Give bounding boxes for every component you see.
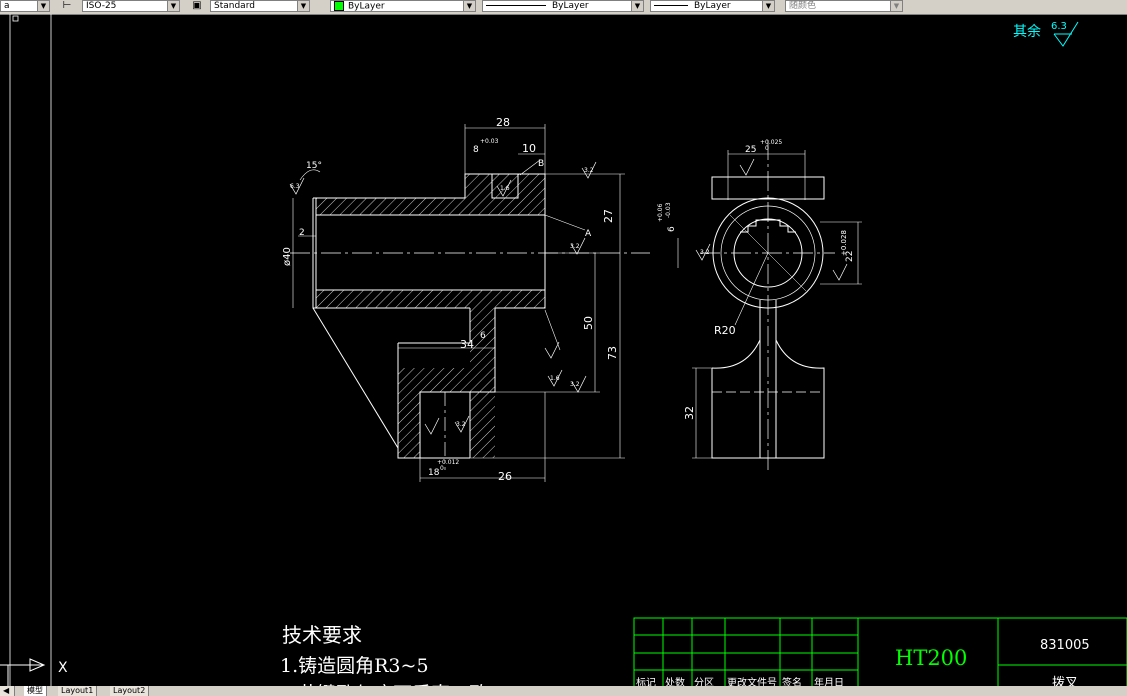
surface-32: 3.2	[456, 421, 466, 428]
chevron-down-icon: ▼	[890, 1, 902, 11]
dim-6: 6	[480, 331, 486, 341]
chevron-down-icon: ▼	[463, 1, 475, 11]
chevron-down-icon: ▼	[762, 1, 774, 11]
properties-toolbar: a ▼ ⊢ ISO-25 ▼ ▣ Standard ▼ ByLayer ▼ ByLaye…	[0, 0, 1127, 15]
dim-angle15: 15°	[306, 161, 322, 171]
tab-model[interactable]: 模型	[24, 686, 47, 696]
ucs-x-label: X	[58, 660, 68, 676]
textstyle-combo[interactable]: Standard ▼	[210, 0, 310, 12]
chevron-down-icon: ▼	[297, 1, 309, 11]
dim-8: 8	[473, 145, 479, 155]
dim-73: 73	[606, 346, 619, 360]
side-view	[700, 140, 835, 470]
material-text: HT200	[895, 646, 968, 670]
color-value: ByLayer	[348, 1, 385, 12]
chevron-down-icon: ▼	[167, 1, 179, 11]
roughness-label: 其余	[1013, 23, 1041, 40]
lineweight-combo[interactable]: ByLayer ▼	[650, 0, 775, 12]
surface-32: 3.2	[570, 243, 580, 250]
linetype-combo[interactable]: ByLayer ▼	[482, 0, 644, 12]
dim-26: 26	[498, 470, 512, 483]
notes-line1: 1.铸造圆角R3~5	[280, 655, 429, 677]
tab-layout1[interactable]: Layout1	[58, 686, 98, 696]
textstyle-value: Standard	[214, 1, 255, 11]
surface-32: 3.2	[584, 167, 594, 174]
dim-27: 27	[602, 209, 615, 223]
part-name: 拨叉	[1052, 676, 1079, 686]
tol-zero: 0	[440, 465, 444, 472]
plotstyle-combo: 随颜色 ▼	[785, 0, 903, 12]
label-a: A	[585, 229, 592, 239]
layer-color-combo[interactable]: ByLayer ▼	[330, 0, 476, 12]
dim-40: ø40	[282, 247, 293, 266]
lineweight-value: ByLayer	[694, 1, 731, 11]
tol-003b: +0.03	[480, 138, 499, 145]
linetype-sample	[486, 5, 546, 6]
dim-50: 50	[582, 316, 595, 330]
textstyle-icon: ▣	[192, 0, 202, 11]
tol-025: +0.025	[760, 139, 782, 146]
label-b: B	[538, 159, 544, 169]
chevron-down-icon: ▼	[37, 1, 49, 11]
title-block-header-cell: 标记	[636, 678, 656, 686]
tol-zero: 0	[765, 145, 769, 152]
tol-006: +0.06	[657, 203, 664, 222]
drawing-canvas[interactable]: 28 10 8 +0.03 B A 2 15° 34 6 18 +0.012 0…	[0, 14, 1127, 686]
tab-layout2[interactable]: Layout2	[110, 686, 150, 696]
surface-16: 1.6	[550, 375, 560, 382]
dim-2: 2	[299, 228, 305, 238]
tab-nav-left-icon[interactable]: ◀	[0, 686, 15, 696]
prev-combo[interactable]: a ▼	[0, 0, 50, 12]
dim-32: 32	[683, 406, 696, 420]
title-block-header-cell: 处数	[665, 678, 685, 686]
notes-title: 技术要求	[282, 623, 362, 647]
plotstyle-value: 随颜色	[789, 1, 817, 11]
chevron-down-icon: ▼	[631, 1, 643, 11]
grip-icon	[12, 15, 19, 22]
dim-25: 25	[745, 145, 756, 155]
roughness-value: 6.3	[1051, 21, 1067, 32]
title-block-header-cell: 签名	[782, 678, 802, 686]
dim-r20: R20	[714, 324, 736, 337]
dim-6tol: 6	[667, 226, 677, 232]
dim-28: 28	[496, 116, 510, 129]
dim-34: 34	[460, 338, 474, 351]
tol-003: -0.03	[665, 202, 672, 218]
dimstyle-value: ISO-25	[86, 1, 117, 11]
roughness-note: 其余 6.3	[1013, 21, 1079, 47]
dim-18: 18	[428, 468, 440, 478]
title-block-header-cell: 分区	[694, 678, 714, 686]
section-view	[290, 173, 650, 470]
layout-tab-bar: ◀ 模型 Layout1 Layout2	[0, 686, 1127, 696]
dim-10: 10	[522, 142, 536, 155]
tol-028: +0.028	[840, 230, 848, 256]
ucs-icon	[0, 658, 46, 686]
color-swatch-icon	[334, 1, 344, 11]
title-block-header-cell: 年月日	[814, 678, 844, 686]
drawing-number: 831005	[1040, 638, 1090, 653]
linetype-value: ByLayer	[552, 1, 589, 11]
dimstyle-icon: ⊢	[62, 0, 72, 11]
side-dimensions	[677, 150, 862, 459]
title-block-header-cell: 更改文件号	[727, 678, 777, 686]
dimstyle-combo[interactable]: ISO-25 ▼	[82, 0, 180, 12]
lineweight-sample	[654, 5, 688, 6]
